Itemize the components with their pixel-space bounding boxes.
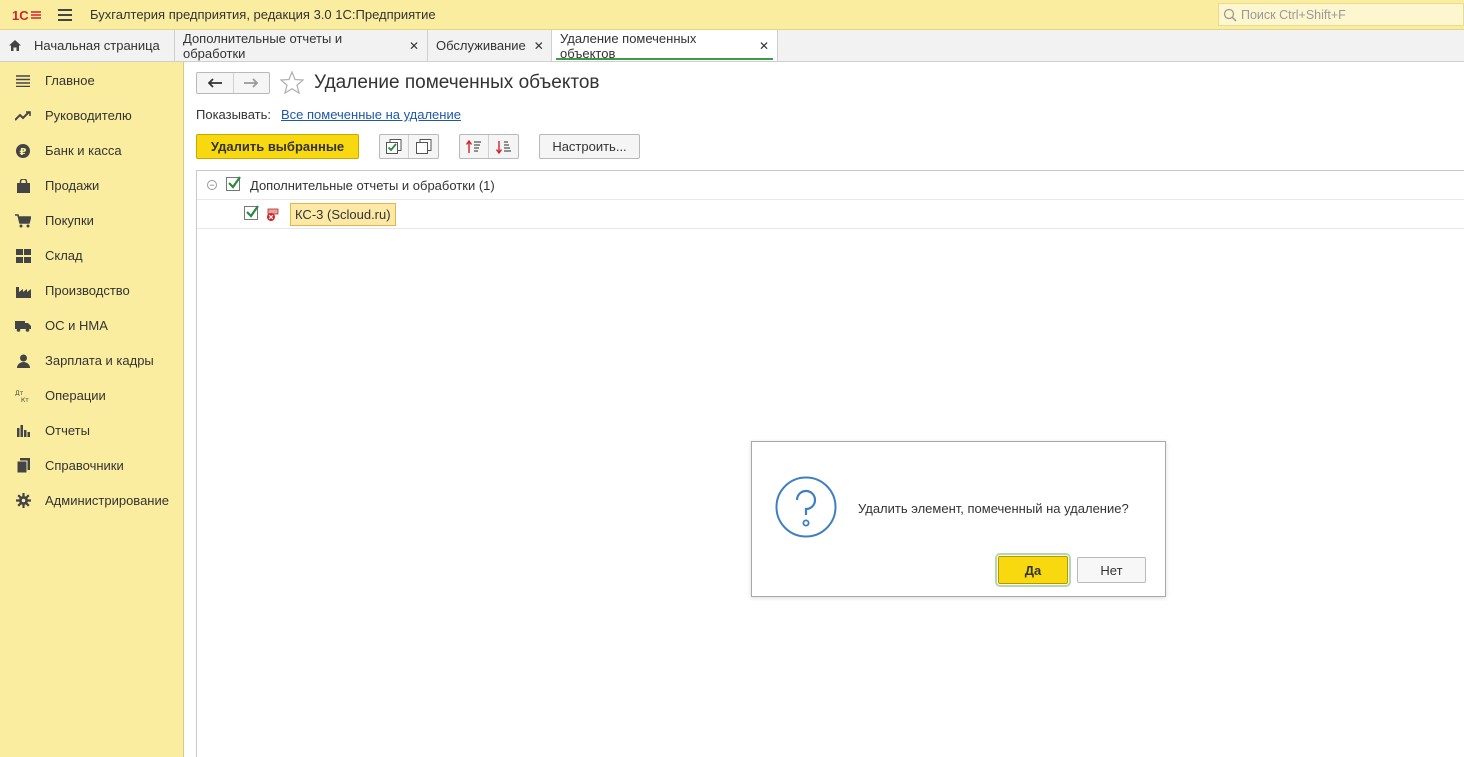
check-all-button[interactable] [380,135,409,158]
cart-icon [15,213,31,229]
list-icon [15,73,31,89]
tree-group-row[interactable]: − Дополнительные отчеты и обработки (1) [197,171,1464,200]
sort-buttons-group [459,134,519,159]
uncheck-all-icon [415,139,431,154]
close-icon[interactable]: ✕ [409,39,419,53]
arrow-right-icon [244,78,259,88]
sidebar-item-label: Руководителю [45,108,132,123]
tab-delete-marked[interactable]: Удаление помеченных объектов ✕ [552,30,778,61]
tab-label: Обслуживание [436,38,526,53]
sidebar-item-catalogs[interactable]: Справочники [0,448,184,483]
tab-label: Начальная страница [34,38,160,53]
sort-asc-icon [466,139,481,153]
bar-chart-icon [15,423,31,439]
check-all-icon [386,139,402,154]
sidebar-item-label: Справочники [45,458,124,473]
svg-text:Кт: Кт [21,397,29,403]
question-icon [775,476,837,538]
sidebar-item-reports[interactable]: Отчеты [0,413,184,448]
group-checkbox[interactable] [226,176,241,191]
sidebar-item-label: ОС и НМА [45,318,108,333]
confirm-dialog: Удалить элемент, помеченный на удаление?… [751,441,1166,597]
collapse-icon[interactable]: − [207,180,217,190]
factory-icon [15,283,31,299]
uncheck-all-button[interactable] [409,135,438,158]
main-menu-icon[interactable] [58,8,72,21]
app-title: Бухгалтерия предприятия, редакция 3.0 1С… [90,7,436,22]
yes-button[interactable]: Да [995,553,1071,587]
sidebar-item-main[interactable]: Главное [0,63,184,98]
sort-desc-button[interactable] [489,135,518,158]
history-nav [196,72,270,94]
tab-label: Удаление помеченных объектов [560,30,697,61]
show-label: Показывать: [196,107,271,122]
svg-text:Дт: Дт [15,390,24,397]
sidebar-item-assets[interactable]: ОС и НМА [0,308,184,343]
person-icon [15,353,31,369]
sidebar-item-label: Администрирование [45,493,169,508]
sidebar-item-label: Главное [45,73,95,88]
trend-icon [15,108,31,124]
sidebar-item-operations[interactable]: Дт Кт Операции [0,378,184,413]
main-content: Удаление помеченных объектов Показывать:… [184,62,1464,757]
dt-kt-icon: Дт Кт [15,388,31,404]
configure-button[interactable]: Настроить... [539,134,640,159]
tab-bar: Начальная страница Дополнительные отчеты… [0,30,1464,62]
item-checkbox[interactable] [244,205,259,220]
sidebar-item-label: Склад [45,248,83,263]
tab-additional-reports[interactable]: Дополнительные отчеты и обработки ✕ [175,30,428,61]
close-icon[interactable]: ✕ [759,39,769,53]
dialog-message: Удалить элемент, помеченный на удаление? [858,501,1129,516]
book-icon [15,458,31,474]
forward-button[interactable] [234,73,270,93]
check-buttons-group [379,134,439,159]
no-button[interactable]: Нет [1077,557,1146,583]
delete-selected-button[interactable]: Удалить выбранные [196,134,359,159]
title-bar: 1С Бухгалтерия предприятия, редакция 3.0… [0,0,1464,30]
sidebar-item-label: Продажи [45,178,100,193]
page-title: Удаление помеченных объектов [314,72,600,93]
sidebar-item-label: Операции [45,388,106,403]
sidebar-item-sales[interactable]: Продажи [0,168,184,203]
gear-icon [15,493,31,509]
svg-text:₽: ₽ [20,147,27,158]
sidebar-item-label: Покупки [45,213,94,228]
sort-desc-icon [495,140,511,154]
sidebar-item-bank[interactable]: ₽ Банк и касса [0,133,184,168]
show-filter-link[interactable]: Все помеченные на удаление [281,107,461,122]
sidebar-item-production[interactable]: Производство [0,273,184,308]
sidebar-item-admin[interactable]: Администрирование [0,483,184,518]
bag-icon [15,178,31,194]
tab-home[interactable]: Начальная страница [0,30,175,61]
tab-label: Дополнительные отчеты и обработки [183,30,343,61]
sidebar-item-purchases[interactable]: Покупки [0,203,184,238]
favorite-star-icon[interactable] [280,71,304,94]
search-placeholder: Поиск Ctrl+Shift+F [1241,7,1346,22]
sidebar-item-label: Производство [45,283,130,298]
arrow-left-icon [207,78,222,88]
tree-group-label: Дополнительные отчеты и обработки (1) [250,177,495,193]
ruble-coin-icon: ₽ [15,143,31,159]
close-icon[interactable]: ✕ [534,39,544,53]
sort-asc-button[interactable] [460,135,489,158]
sidebar-item-label: Отчеты [45,423,90,438]
sidebar-item-warehouse[interactable]: Склад [0,238,184,273]
sidebar-item-label: Банк и касса [45,143,122,158]
tree-item-label[interactable]: КС-3 (Scloud.ru) [290,203,396,226]
sidebar-item-salary[interactable]: Зарплата и кадры [0,343,184,378]
search-icon [1223,8,1237,22]
warehouse-icon [15,248,31,264]
tab-maintenance[interactable]: Обслуживание ✕ [428,30,552,61]
marked-deleted-icon [267,208,279,221]
home-icon [9,40,21,51]
tree-item-row[interactable]: КС-3 (Scloud.ru) [197,200,1464,229]
svg-text:1С: 1С [12,8,29,22]
back-button[interactable] [197,73,234,93]
sidebar-item-manager[interactable]: Руководителю [0,98,184,133]
search-input[interactable]: Поиск Ctrl+Shift+F [1218,3,1464,26]
sidebar: Главное Руководителю ₽ Банк и касса Прод… [0,62,184,757]
sidebar-item-label: Зарплата и кадры [45,353,154,368]
1c-logo: 1С [12,8,41,22]
truck-icon [15,318,31,334]
